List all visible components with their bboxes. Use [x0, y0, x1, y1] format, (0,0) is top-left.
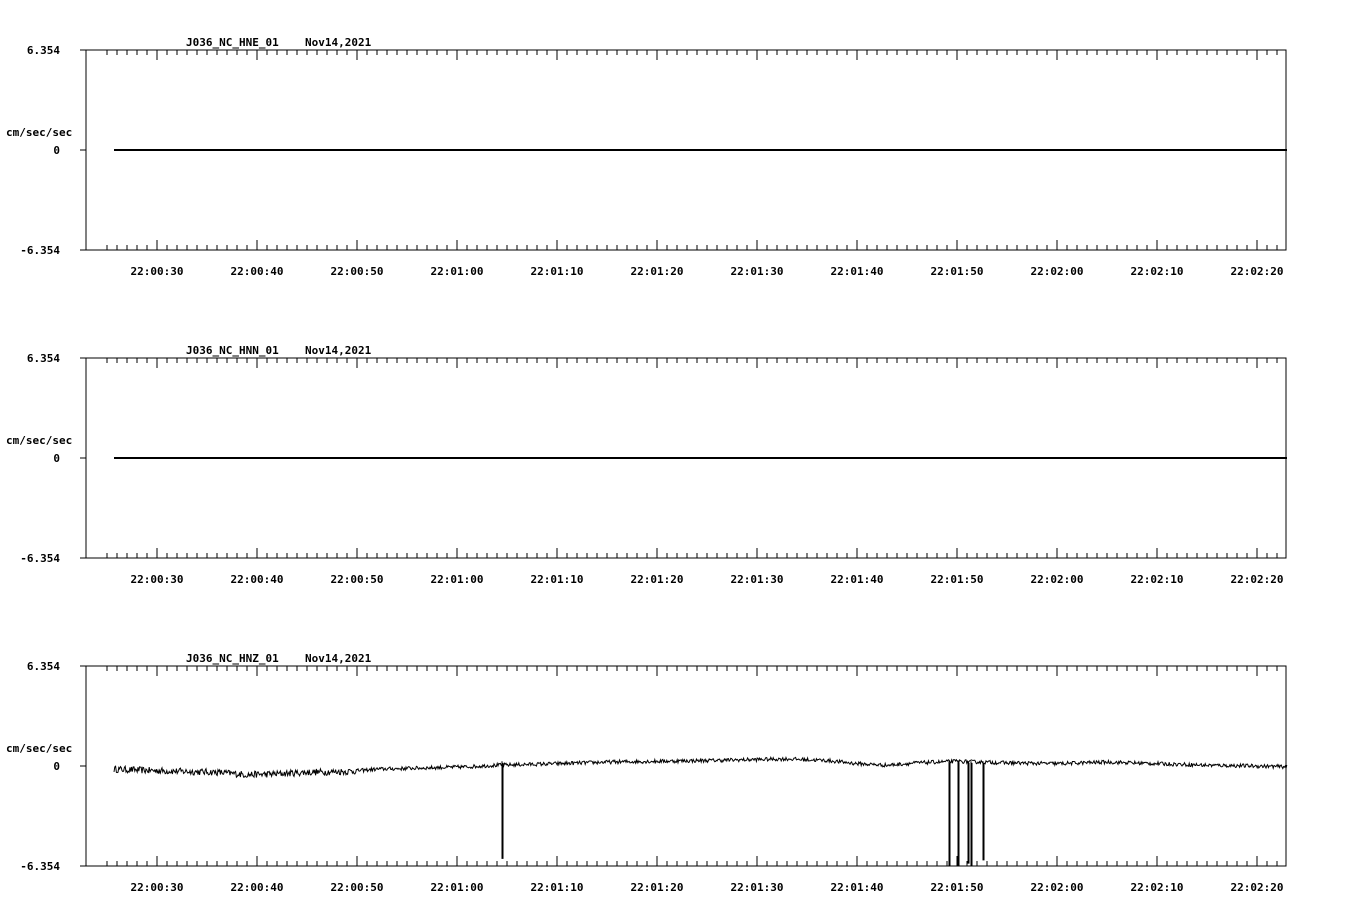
x-tick-label: 22:02:10: [1131, 265, 1184, 278]
x-tick-label: 22:00:30: [131, 573, 184, 586]
x-tick-label: 22:01:00: [431, 881, 484, 894]
chart-panel-1: J036_NC_HNE_01 Nov14,2021 6.354 0 -6.354 cm/s…: [6, 36, 1287, 278]
chart-title: J036_NC_HNZ_01: [186, 652, 279, 665]
plot-frame: [85, 665, 1287, 867]
y-tick-label: 0: [53, 144, 60, 157]
x-tick-label: 22:00:40: [231, 265, 284, 278]
y-tick-label: -6.354: [20, 860, 60, 873]
x-tick-label: 22:01:50: [931, 265, 984, 278]
x-tick-label: 22:01:50: [931, 573, 984, 586]
x-tick-label: 22:01:40: [831, 573, 884, 586]
x-tick-label: 22:00:40: [231, 881, 284, 894]
x-tick-label: 22:00:50: [331, 881, 384, 894]
x-tick-label: 22:02:00: [1031, 881, 1084, 894]
x-tick-label: 22:00:30: [131, 265, 184, 278]
x-tick-label: 22:01:10: [531, 881, 584, 894]
y-tick-label: 0: [53, 760, 60, 773]
y-tick-label: 6.354: [27, 44, 60, 57]
x-tick-label: 22:01:10: [531, 265, 584, 278]
y-axis-label: cm/sec/sec: [6, 126, 72, 139]
x-tick-label: 22:00:50: [331, 265, 384, 278]
chart-date: Nov14,2021: [305, 652, 372, 665]
x-tick-label: 22:01:30: [731, 265, 784, 278]
series-trace: [113, 755, 1288, 866]
x-tick-label: 22:02:00: [1031, 573, 1084, 586]
y-tick-label: 0: [53, 452, 60, 465]
chart-title: J036_NC_HNN_01: [186, 344, 279, 357]
x-tick-label: 22:01:20: [631, 573, 684, 586]
y-axis-label: cm/sec/sec: [6, 742, 72, 755]
x-tick-label: 22:00:30: [131, 881, 184, 894]
x-tick-label: 22:01:40: [831, 265, 884, 278]
chart-panel-3: J036_NC_HNZ_01 Nov14,2021 6.354 0 -6.354 cm/s…: [6, 652, 1288, 894]
x-tick-label: 22:01:00: [431, 573, 484, 586]
x-tick-label: 22:01:30: [731, 573, 784, 586]
x-tick-label: 22:02:20: [1231, 881, 1284, 894]
x-tick-label: 22:01:40: [831, 881, 884, 894]
chart-title: J036_NC_HNE_01: [186, 36, 279, 49]
x-tick-label: 22:01:00: [431, 265, 484, 278]
x-tick-label: 22:00:50: [331, 573, 384, 586]
x-tick-label: 22:02:10: [1131, 573, 1184, 586]
y-tick-label: 6.354: [27, 352, 60, 365]
y-axis-label: cm/sec/sec: [6, 434, 72, 447]
x-tick-label: 22:02:20: [1231, 573, 1284, 586]
chart-date: Nov14,2021: [305, 36, 372, 49]
chart-date: Nov14,2021: [305, 344, 372, 357]
x-tick-label: 22:01:50: [931, 881, 984, 894]
y-tick-label: 6.354: [27, 660, 60, 673]
x-tick-label: 22:01:20: [631, 881, 684, 894]
x-tick-label: 22:02:20: [1231, 265, 1284, 278]
y-tick-label: -6.354: [20, 552, 60, 565]
x-tick-label: 22:01:20: [631, 265, 684, 278]
x-tick-label: 22:01:10: [531, 573, 584, 586]
chart-panel-2: J036_NC_HNN_01 Nov14,2021 6.354 0 -6.354 cm/s…: [6, 344, 1287, 586]
y-tick-label: -6.354: [20, 244, 60, 257]
seismogram-figure: J036_NC_HNE_01 Nov14,2021 6.354 0 -6.354 cm/s…: [6, 36, 1288, 894]
x-tick-label: 22:01:30: [731, 881, 784, 894]
x-tick-label: 22:02:00: [1031, 265, 1084, 278]
x-tick-label: 22:00:40: [231, 573, 284, 586]
x-tick-label: 22:02:10: [1131, 881, 1184, 894]
